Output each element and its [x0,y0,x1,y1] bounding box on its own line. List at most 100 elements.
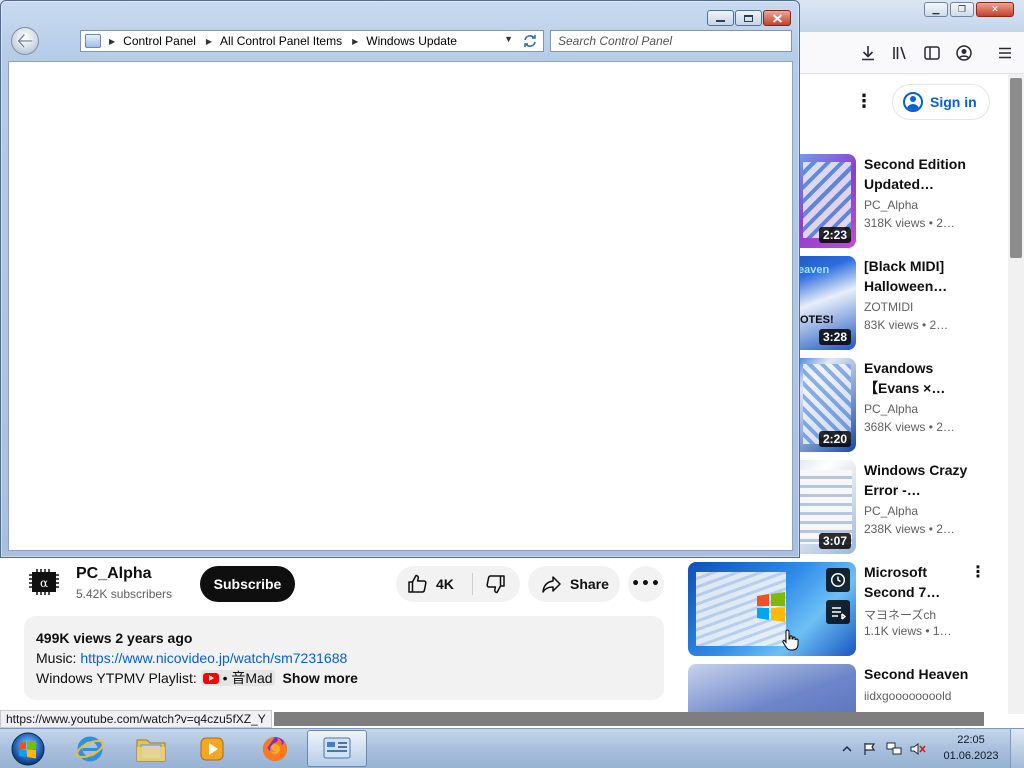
video-menu-kebab-icon[interactable]: ⋮ [970,562,986,581]
chevron-right-icon[interactable]: ▶ [109,37,115,46]
back-button[interactable] [11,27,39,55]
video-description[interactable]: 499K views 2 years ago Music: https://ww… [24,616,664,700]
watch-later-icon[interactable] [826,568,850,592]
sign-in-button[interactable]: Sign in [892,84,990,120]
video-channel[interactable]: PC_Alpha [864,402,918,416]
account-circle-icon [903,92,923,112]
video-title[interactable]: Second Heaven [864,664,984,684]
control-panel-window: ▶ Control Panel ▶ All Control Panel Item… [0,0,800,558]
action-center-flag-icon[interactable] [862,741,878,757]
like-divider [472,573,473,595]
description-playlist-line: Windows YTPMV Playlist: • 音Mad Show more [36,668,652,688]
internet-explorer-icon [76,736,104,761]
video-title[interactable]: Evandows 【Evans ×… [864,358,974,398]
refresh-icon[interactable] [521,33,539,49]
firefox-icon [263,736,287,761]
download-icon[interactable] [857,42,879,64]
restore-button[interactable]: ❐ [950,2,974,17]
library-icon[interactable] [889,42,911,64]
close-button[interactable] [763,10,791,26]
taskbar-windows-explorer[interactable] [121,730,181,767]
network-icon[interactable] [886,741,902,757]
sidebar-icon[interactable] [921,42,943,64]
clock-time: 22:05 [957,734,985,746]
video-duration: 3:28 [818,329,851,345]
youtube-logo-icon [202,673,219,684]
video-duration: 2:20 [818,431,851,447]
control-panel-icon [323,737,351,758]
add-to-queue-icon[interactable] [826,600,850,624]
page-scrollbar-thumb[interactable] [1010,78,1022,258]
chevron-right-icon[interactable]: ▶ [206,37,212,46]
video-channel[interactable]: PC_Alpha [864,198,918,212]
more-actions-button[interactable]: ••• [628,566,664,602]
volume-muted-icon[interactable] [910,741,926,757]
back-arrow-icon [17,34,33,48]
address-bar[interactable]: ▶ Control Panel ▶ All Control Panel Item… [80,30,544,52]
taskbar-firefox[interactable] [245,730,305,767]
menu-icon[interactable] [994,42,1016,64]
windows-update-content-area [8,61,793,551]
dislike-button[interactable] [478,566,514,602]
account-icon[interactable] [953,42,975,64]
taskbar: 22:05 01.06.2023 [0,728,1024,768]
video-channel[interactable]: ZOTMIDI [864,300,913,314]
breadcrumb-control-panel[interactable]: Control Panel [123,34,196,48]
video-title[interactable]: Second Edition Updated… [864,154,974,194]
recommended-video[interactable]: Microsoft Second 7… ⋮ マヨネーズch 1.1K views… [688,562,1008,656]
search-input[interactable]: Search Control Panel [550,30,792,52]
music-label: Music: [36,650,81,666]
music-link[interactable]: https://www.nicovideo.jp/watch/sm7231688 [80,650,347,666]
like-button[interactable]: 4K [396,566,468,602]
video-meta: 318K views • 2… [864,216,955,230]
settings-kebab-icon[interactable]: ⋮ [852,90,876,114]
breadcrumb-all-items[interactable]: All Control Panel Items [220,34,342,48]
horizontal-scrollbar[interactable] [274,712,984,726]
subscribe-button[interactable]: Subscribe [200,566,295,602]
channel-name[interactable]: PC_Alpha [76,565,152,583]
playlist-tag[interactable]: • 音Mad [200,670,275,686]
windows-logo-icon [757,592,785,622]
recommended-video[interactable]: Second Heaven iidxgoooooooold [688,664,1008,712]
hand-cursor-icon [782,629,799,651]
minimize-button[interactable] [707,10,734,26]
video-channel[interactable]: PC_Alpha [864,504,918,518]
chevron-right-icon[interactable]: ▶ [352,37,358,46]
breadcrumb-windows-update[interactable]: Windows Update [366,34,457,48]
close-button[interactable]: ✕ [976,2,1014,17]
video-thumbnail[interactable] [688,562,856,656]
video-title[interactable]: Microsoft Second 7… [864,562,974,602]
chevron-down-icon[interactable]: ▼ [504,34,513,44]
system-clock[interactable]: 22:05 01.06.2023 [938,732,1004,764]
thumbs-up-icon [408,574,427,593]
taskbar-control-panel[interactable] [307,730,367,767]
video-meta: 83K views • 2… [864,318,949,332]
minimize-button[interactable]: ▁ [924,2,948,17]
share-button[interactable]: Share [528,566,620,602]
show-more-button[interactable]: Show more [282,670,357,686]
video-meta: 238K views • 2… [864,522,955,536]
channel-avatar[interactable]: α [28,566,60,598]
control-panel-icon [85,34,101,48]
share-icon [542,576,561,593]
folder-icon [136,739,166,761]
show-hidden-icons-icon[interactable] [839,741,855,757]
video-duration: 2:23 [818,227,851,243]
video-title[interactable]: [Black MIDI] Halloween… [864,256,974,296]
video-channel[interactable]: iidxgoooooooold [864,689,951,703]
video-title[interactable]: Windows Crazy Error -… [864,460,974,500]
svg-text:α: α [40,576,48,590]
subscriber-count: 5.42K subscribers [76,587,173,601]
video-channel[interactable]: マヨネーズch [864,606,936,623]
media-player-icon [200,737,224,760]
start-button[interactable] [6,731,50,767]
taskbar-internet-explorer[interactable] [60,730,120,767]
like-dislike-bar: 4K [396,566,520,602]
video-thumbnail[interactable] [688,664,856,712]
view-stats: 499K views 2 years ago [36,630,193,646]
show-desktop-button[interactable] [1010,729,1024,768]
playlist-label: Windows YTPMV Playlist: [36,670,201,686]
clock-date: 01.06.2023 [943,750,999,762]
taskbar-windows-media-player[interactable] [182,730,242,767]
maximize-button[interactable] [735,10,762,26]
